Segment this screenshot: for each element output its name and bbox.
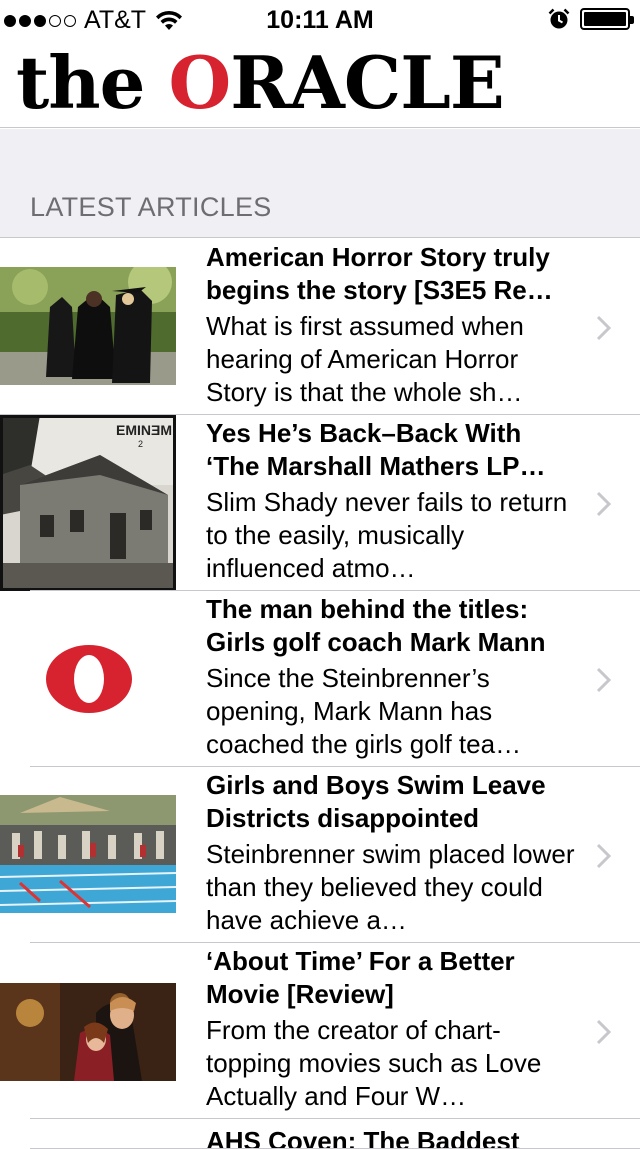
section-band: LATEST ARTICLES — [0, 129, 640, 238]
article-thumbnail: EMINƎM 2 — [0, 415, 176, 591]
article-text: American Horror Story truly begins the s… — [206, 241, 578, 409]
article-summary: What is first assumed when hearing of Am… — [206, 311, 524, 407]
status-time: 10:11 AM — [266, 6, 374, 34]
article-thumbnail — [0, 619, 176, 737]
article-text: AHS Coven: The Baddest — [206, 1119, 578, 1149]
logo-o: O — [168, 40, 232, 125]
article-row[interactable]: EMINƎM 2 Yes He’s Back–Back With ‘The Ma… — [0, 415, 640, 591]
chevron-right-icon — [596, 843, 612, 869]
article-row[interactable]: Girls and Boys Swim Leave Districts disa… — [0, 767, 640, 943]
article-summary: Slim Shady never fails to return to the … — [206, 487, 568, 583]
logo-racle: RACLE — [230, 40, 505, 125]
alarm-clock-icon — [548, 8, 570, 29]
article-summary: Since the Steinbrenner’s opening, Mark M… — [206, 663, 522, 759]
logo-the: the — [16, 40, 145, 125]
chevron-right-icon — [596, 1019, 612, 1045]
article-summary: From the creator of chart-topping movies… — [206, 1015, 542, 1111]
album-label: EMINƎM — [116, 422, 172, 438]
chevron-right-icon — [596, 491, 612, 517]
chevron-right-icon — [596, 667, 612, 693]
battery-fill — [584, 12, 626, 26]
article-row[interactable]: American Horror Story truly begins the s… — [0, 239, 640, 415]
battery-icon — [580, 8, 634, 30]
article-title: Girls and Boys Swim Leave Districts disa… — [206, 770, 546, 833]
article-title: American Horror Story truly begins the s… — [206, 242, 553, 305]
article-list[interactable]: American Horror Story truly begins the s… — [0, 239, 640, 1149]
article-thumbnail — [0, 267, 176, 385]
article-text: The man behind the titles: Girls golf co… — [206, 593, 578, 761]
article-summary: Steinbrenner swim placed lower than they… — [206, 839, 575, 935]
masthead: the ORACLE — [0, 40, 640, 128]
article-thumbnail — [0, 983, 176, 1081]
article-row[interactable]: AHS Coven: The Baddest — [0, 1119, 640, 1149]
article-text: ‘About Time’ For a Better Movie [Review]… — [206, 945, 578, 1113]
article-row[interactable]: The man behind the titles: Girls golf co… — [0, 591, 640, 767]
section-header: LATEST ARTICLES — [30, 192, 272, 222]
article-title: AHS Coven: The Baddest — [206, 1126, 520, 1149]
article-row[interactable]: ‘About Time’ For a Better Movie [Review]… — [0, 943, 640, 1119]
status-right — [548, 8, 634, 30]
article-title: The man behind the titles: Girls golf co… — [206, 594, 546, 657]
article-text: Yes He’s Back–Back With ‘The Marshall Ma… — [206, 417, 578, 585]
oracle-logo: the ORACLE — [16, 47, 505, 119]
chevron-right-icon — [596, 315, 612, 341]
status-bar: AT&T 10:11 AM — [0, 0, 640, 40]
article-title: ‘About Time’ For a Better Movie [Review] — [206, 946, 515, 1009]
article-thumbnail — [0, 795, 176, 913]
article-text: Girls and Boys Swim Leave Districts disa… — [206, 769, 578, 937]
svg-text:2: 2 — [138, 439, 143, 449]
article-title: Yes He’s Back–Back With ‘The Marshall Ma… — [206, 418, 546, 481]
